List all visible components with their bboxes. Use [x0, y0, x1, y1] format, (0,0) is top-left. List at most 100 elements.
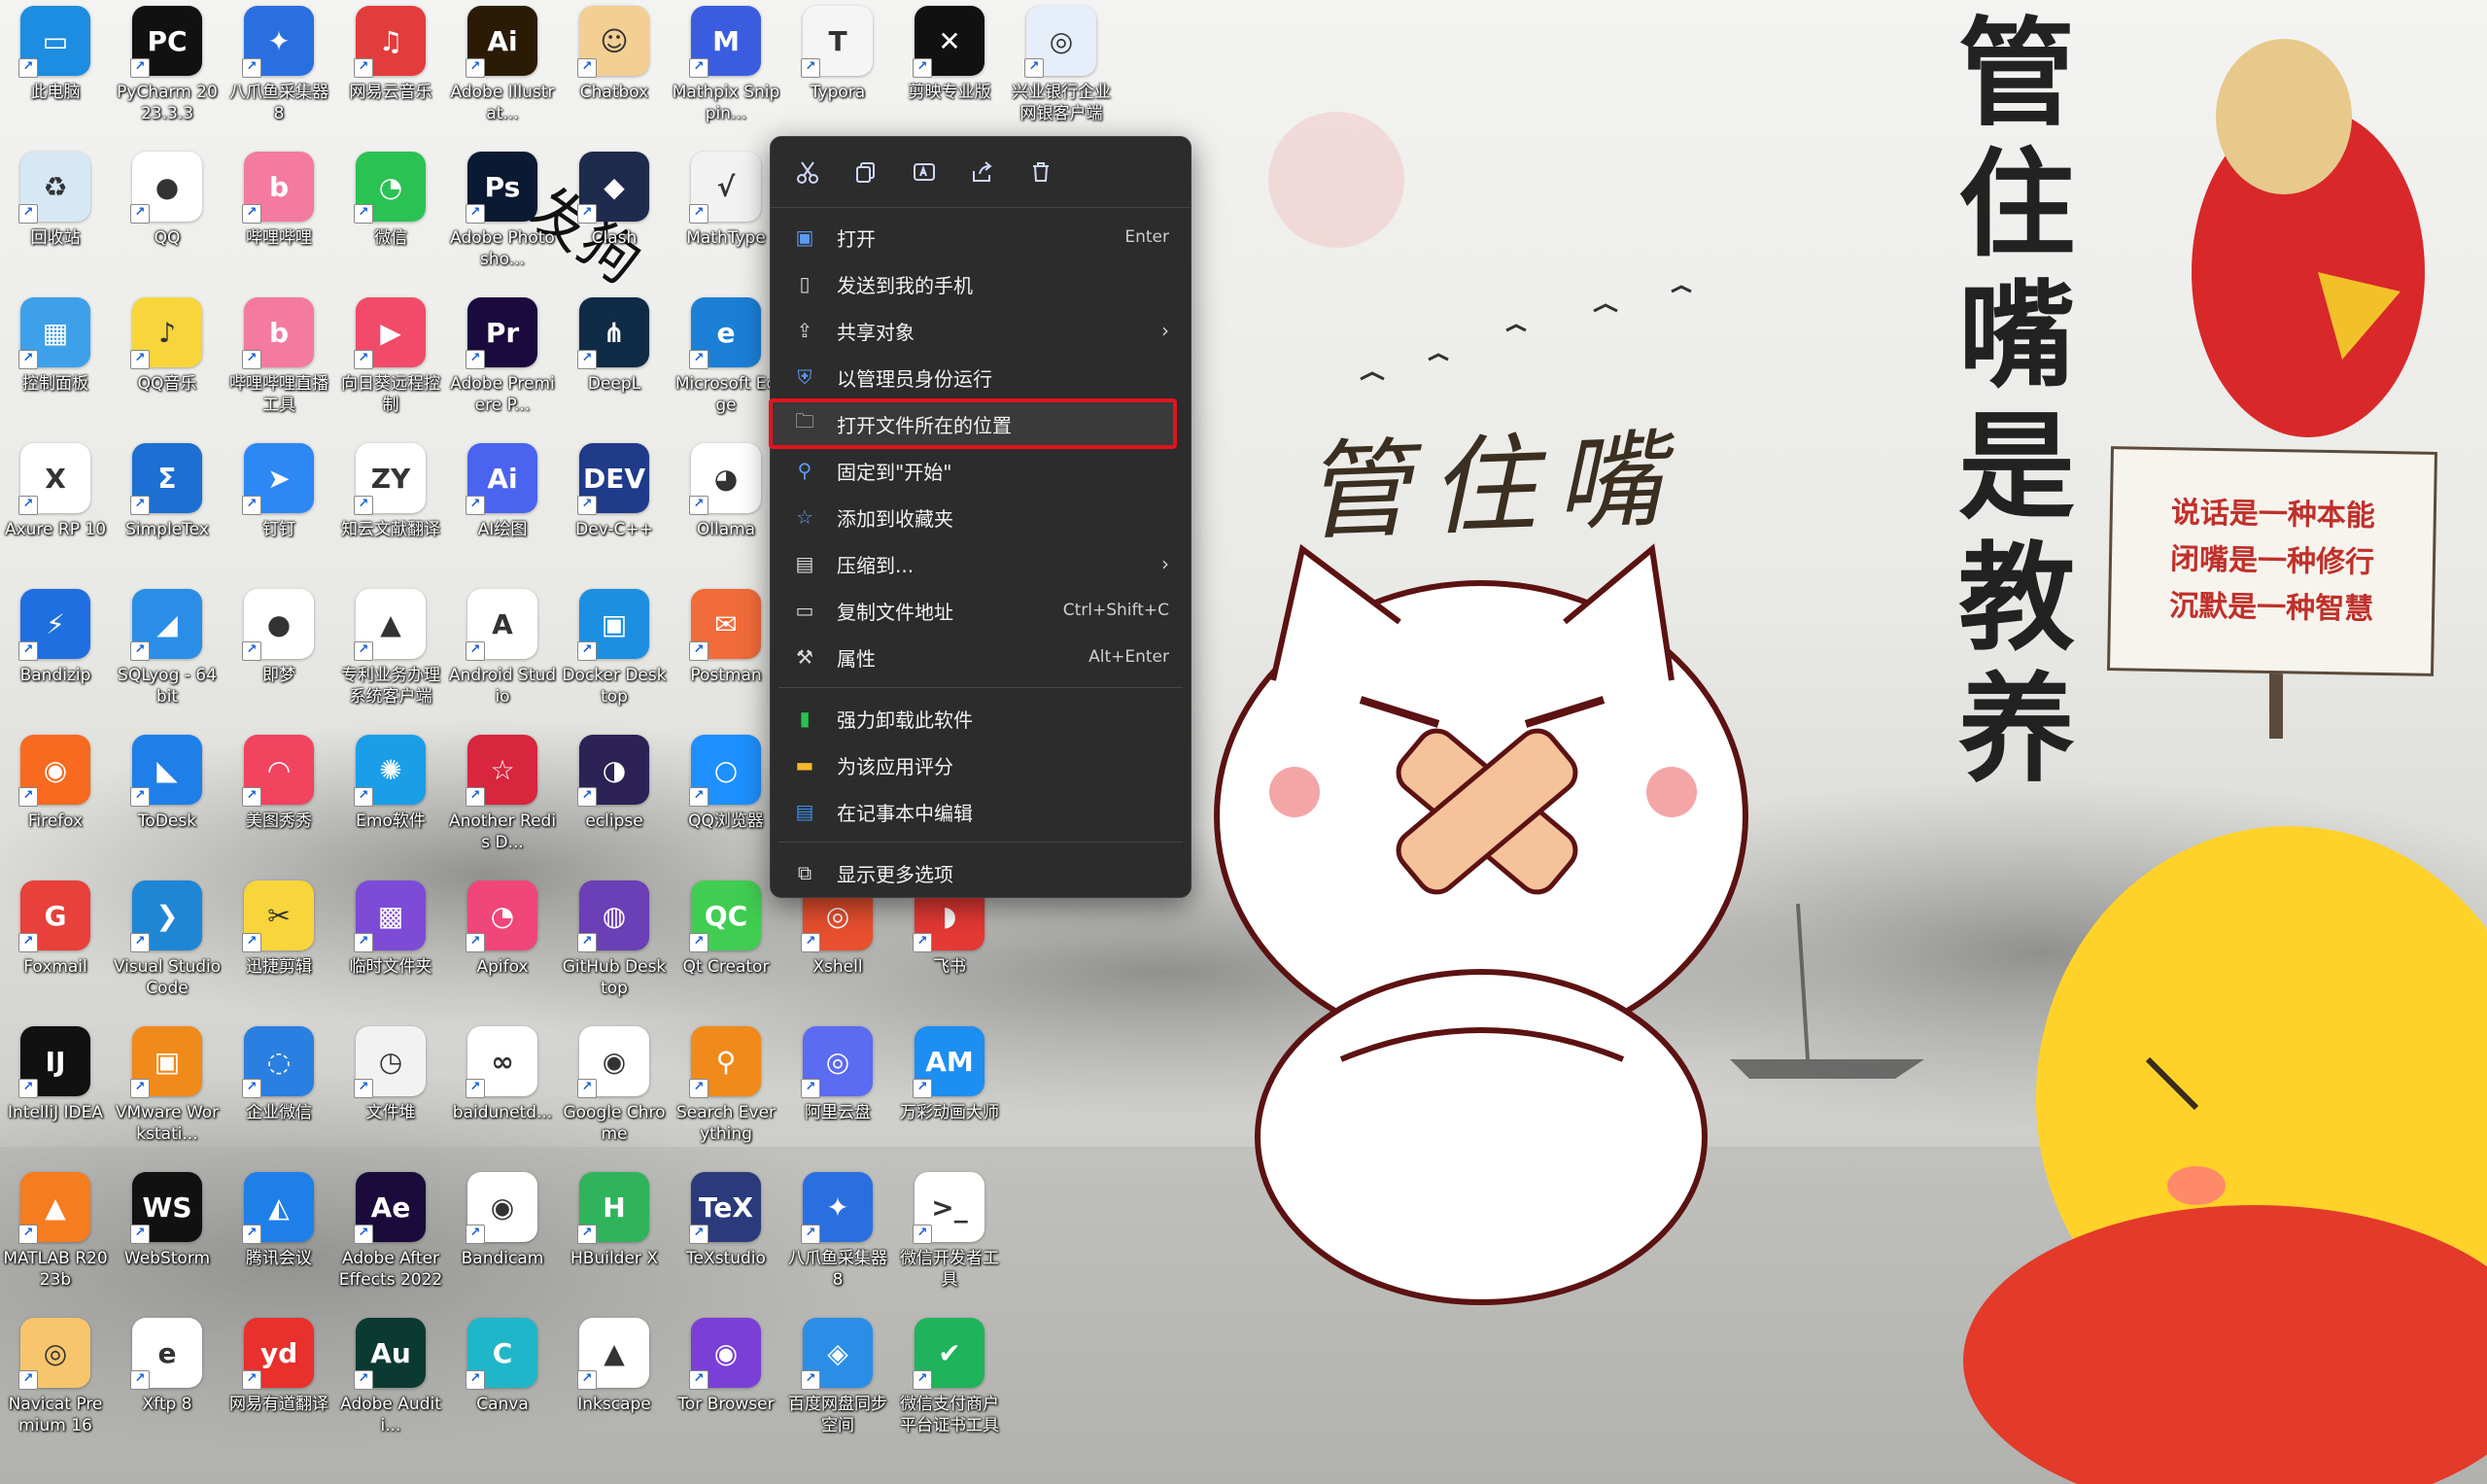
- desktop-icon[interactable]: ◎ ↗ 兴业银行企业网银客户端: [1006, 0, 1117, 144]
- desktop-icon[interactable]: ◉ ↗ Firefox: [0, 729, 111, 873]
- desktop-icon[interactable]: ◭ ↗ 腾讯会议: [224, 1166, 334, 1310]
- desktop-icon[interactable]: ▣ ↗ Docker Desktop: [559, 583, 670, 727]
- desktop-icon[interactable]: ☺ ↗ Chatbox: [559, 0, 670, 144]
- desktop-icon[interactable]: ◑ ↗ eclipse: [559, 729, 670, 873]
- desktop-icon[interactable]: ▶ ↗ 向日葵远程控制: [335, 292, 446, 435]
- desktop-icon[interactable]: ● ↗ QQ: [112, 146, 223, 290]
- share-button[interactable]: [959, 149, 1006, 195]
- copy-button[interactable]: [843, 149, 889, 195]
- desktop-icon[interactable]: ☆ ↗ Another Redis D...: [447, 729, 558, 873]
- desktop-icon[interactable]: ZY ↗ 知云文献翻译: [335, 437, 446, 581]
- desktop-icon[interactable]: ✔ ↗ 微信支付商户平台证书工具: [894, 1312, 1005, 1456]
- desktop-icon[interactable]: ❯ ↗ Visual Studio Code: [112, 875, 223, 1018]
- desktop-icon[interactable]: ∞ ↗ baidunetd...: [447, 1020, 558, 1164]
- desktop-icon[interactable]: ◈ ↗ 百度网盘同步空间: [782, 1312, 893, 1456]
- menu-item-open[interactable]: ▣ 打开 Enter: [771, 214, 1191, 260]
- desktop-icon[interactable]: ◆ ↗ Clash: [559, 146, 670, 290]
- desktop-icon[interactable]: ✉ ↗ Postman: [671, 583, 781, 727]
- desktop-icon[interactable]: e ↗ Xftp 8: [112, 1312, 223, 1456]
- desktop-icon[interactable]: M ↗ Mathpix Snippin...: [671, 0, 781, 144]
- desktop-icon[interactable]: ◷ ↗ 文件堆: [335, 1020, 446, 1164]
- desktop-icon[interactable]: ✦ ↗ 八爪鱼采集器 8: [782, 1166, 893, 1310]
- desktop-icon[interactable]: IJ ↗ IntelliJ IDEA: [0, 1020, 111, 1164]
- desktop-icon[interactable]: ♪ ↗ QQ音乐: [112, 292, 223, 435]
- desktop-icon[interactable]: ● ↗ 即梦: [224, 583, 334, 727]
- menu-item-path[interactable]: ▭ 复制文件地址 Ctrl+Shift+C: [771, 587, 1191, 634]
- desktop-icon[interactable]: ➤ ↗ 钉钉: [224, 437, 334, 581]
- desktop-icon[interactable]: ◢ ↗ SQLyog - 64 bit: [112, 583, 223, 727]
- desktop-icon[interactable]: ✕ ↗ 剪映专业版: [894, 0, 1005, 144]
- desktop-icon[interactable]: QC ↗ Qt Creator: [671, 875, 781, 1018]
- desktop-icon[interactable]: ◌ ↗ 企业微信: [224, 1020, 334, 1164]
- desktop-icon[interactable]: A ↗ Android Studio: [447, 583, 558, 727]
- desktop-icon[interactable]: Ai ↗ Adobe Illustrat...: [447, 0, 558, 144]
- desktop-icon[interactable]: ◉ ↗ Tor Browser: [671, 1312, 781, 1456]
- desktop-icon[interactable]: PC ↗ PyCharm 2023.3.3: [112, 0, 223, 144]
- desktop-icon[interactable]: ▲ ↗ Inkscape: [559, 1312, 670, 1456]
- desktop-icon[interactable]: T ↗ Typora: [782, 0, 893, 144]
- desktop-icon[interactable]: ◉ ↗ Bandicam: [447, 1166, 558, 1310]
- menu-item-pin[interactable]: ⚲ 固定到"开始": [771, 447, 1191, 494]
- desktop-icon[interactable]: Pr ↗ Adobe Premiere P...: [447, 292, 558, 435]
- desktop-icon[interactable]: Ps ↗ Adobe Photosho...: [447, 146, 558, 290]
- desktop-icon[interactable]: Au ↗ Adobe Auditi...: [335, 1312, 446, 1456]
- menu-item-share[interactable]: ⇪ 共享对象 ›: [771, 307, 1191, 354]
- desktop-icon[interactable]: G ↗ Foxmail: [0, 875, 111, 1018]
- menu-item-shield[interactable]: ⛨ 以管理员身份运行: [771, 354, 1191, 400]
- desktop-icon[interactable]: Ai ↗ AI绘图: [447, 437, 558, 581]
- rename-button[interactable]: [901, 149, 948, 195]
- desktop-icon[interactable]: ⚲ ↗ Search Everything: [671, 1020, 781, 1164]
- desktop-icon[interactable]: Ae ↗ Adobe After Effects 2022: [335, 1166, 446, 1310]
- desktop-icon[interactable]: ◎ ↗ 阿里云盘: [782, 1020, 893, 1164]
- desktop-icon[interactable]: Σ ↗ SimpleTex: [112, 437, 223, 581]
- desktop-icon[interactable]: ◎ ↗ Navicat Premium 16: [0, 1312, 111, 1456]
- desktop-icon[interactable]: ▭ ↗ 此电脑: [0, 0, 111, 144]
- desktop-icon[interactable]: DEV ↗ Dev-C++: [559, 437, 670, 581]
- desktop-icon[interactable]: ◕ ↗ Ollama: [671, 437, 781, 581]
- menu-item-rate[interactable]: ▬ 为该应用评分: [771, 742, 1191, 788]
- cut-button[interactable]: [784, 149, 831, 195]
- desktop-icon[interactable]: ⋔ ↗ DeepL: [559, 292, 670, 435]
- delete-button[interactable]: [1018, 149, 1064, 195]
- menu-item-notepad[interactable]: ▤ 在记事本中编辑: [771, 788, 1191, 835]
- desktop-icon[interactable]: ✦ ↗ 八爪鱼采集器 8: [224, 0, 334, 144]
- desktop-icon[interactable]: TeX ↗ TeXstudio: [671, 1166, 781, 1310]
- menu-item-phone[interactable]: ▯ 发送到我的手机: [771, 260, 1191, 307]
- menu-item-wrench[interactable]: ⚒ 属性 Alt+Enter: [771, 634, 1191, 680]
- desktop-icon[interactable]: ▲ ↗ 专利业务办理系统客户端: [335, 583, 446, 727]
- desktop-icon[interactable]: WS ↗ WebStorm: [112, 1166, 223, 1310]
- desktop-icon[interactable]: ♫ ↗ 网易云音乐: [335, 0, 446, 144]
- desktop-icon[interactable]: ○ ↗ QQ浏览器: [671, 729, 781, 873]
- desktop-icon[interactable]: ♻ ↗ 回收站: [0, 146, 111, 290]
- menu-item-uninstall[interactable]: ▮ 强力卸载此软件: [771, 695, 1191, 742]
- desktop-icon[interactable]: ◣ ↗ ToDesk: [112, 729, 223, 873]
- desktop-icon[interactable]: ◉ ↗ Google Chrome: [559, 1020, 670, 1164]
- desktop-icon[interactable]: ▲ ↗ MATLAB R2023b: [0, 1166, 111, 1310]
- desktop-icon[interactable]: b ↗ 哔哩哔哩直播工具: [224, 292, 334, 435]
- desktop-icon[interactable]: C ↗ Canva: [447, 1312, 558, 1456]
- desktop-icon[interactable]: AM ↗ 万彩动画大师: [894, 1020, 1005, 1164]
- desktop-icon[interactable]: ▣ ↗ VMware Workstati...: [112, 1020, 223, 1164]
- desktop-icon[interactable]: ◔ ↗ 微信: [335, 146, 446, 290]
- menu-item-more-options[interactable]: ⧉ 显示更多选项: [771, 849, 1191, 896]
- desktop-icon[interactable]: X ↗ Axure RP 10: [0, 437, 111, 581]
- desktop-icon[interactable]: ▩ ↗ 临时文件夹: [335, 875, 446, 1018]
- desktop-icon[interactable]: ✺ ↗ Emo软件: [335, 729, 446, 873]
- desktop-icon[interactable]: ⚡ ↗ Bandizip: [0, 583, 111, 727]
- desktop-icon[interactable]: √ ↗ MathType: [671, 146, 781, 290]
- desktop-icon[interactable]: b ↗ 哔哩哔哩: [224, 146, 334, 290]
- menu-item-star[interactable]: ☆ 添加到收藏夹: [771, 494, 1191, 540]
- desktop-icon[interactable]: ✂ ↗ 迅捷剪辑: [224, 875, 334, 1018]
- desktop-icon[interactable]: ◠ ↗ 美图秀秀: [224, 729, 334, 873]
- desktop-icon[interactable]: yd ↗ 网易有道翻译: [224, 1312, 334, 1456]
- desktop-icon[interactable]: H ↗ HBuilder X: [559, 1166, 670, 1310]
- menu-item-zip[interactable]: ▤ 压缩到... ›: [771, 540, 1191, 587]
- shortcut-arrow-icon: ↗: [130, 787, 150, 807]
- app-glyph: QC: [704, 899, 748, 932]
- menu-item-folder[interactable]: 🗀 打开文件所在的位置: [769, 398, 1177, 449]
- desktop-icon[interactable]: ◔ ↗ Apifox: [447, 875, 558, 1018]
- desktop-icon[interactable]: ▦ ↗ 控制面板: [0, 292, 111, 435]
- desktop-icon[interactable]: ◍ ↗ GitHub Desktop: [559, 875, 670, 1018]
- desktop-icon[interactable]: e ↗ Microsoft Edge: [671, 292, 781, 435]
- desktop-icon[interactable]: >_ ↗ 微信开发者工具: [894, 1166, 1005, 1310]
